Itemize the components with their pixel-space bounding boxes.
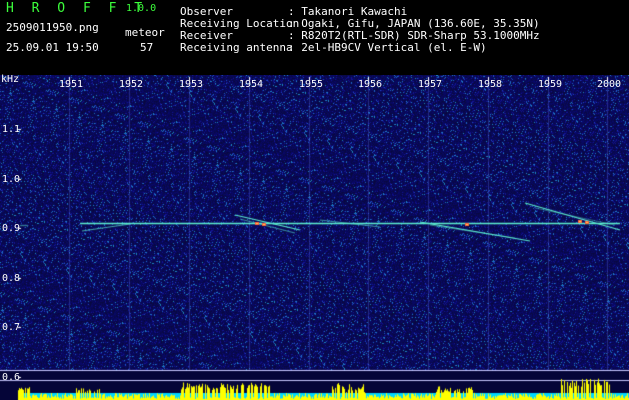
spectrogram-canvas xyxy=(0,75,629,400)
meteor-count: 57 xyxy=(140,41,154,54)
x-tick-label: 2000 xyxy=(597,79,622,90)
app-version: 1.0.0 xyxy=(126,3,157,14)
y-tick-label: 0.8 xyxy=(2,273,21,284)
x-tick-label: 1952 xyxy=(119,79,144,90)
capture-datetime: 25.09.01 19:50 xyxy=(6,41,99,54)
y-tick-label: 0.7 xyxy=(2,322,21,333)
x-tick-label: 1959 xyxy=(538,79,563,90)
y-tick-label: 0.6 xyxy=(2,372,21,383)
x-tick-label: 1951 xyxy=(59,79,84,90)
y-tick-label: 1.1 xyxy=(2,124,21,135)
y-tick-label: 0.9 xyxy=(2,223,21,234)
x-tick-label: 1956 xyxy=(358,79,383,90)
x-tick-label: 1954 xyxy=(239,79,264,90)
antenna-label: Receiving antenna xyxy=(180,41,293,54)
image-filename: 2509011950.png xyxy=(6,21,99,34)
y-axis-unit: kHz xyxy=(1,74,20,85)
mode-label: meteor xyxy=(125,26,165,39)
y-tick-label: 1.0 xyxy=(2,174,21,185)
x-tick-label: 1957 xyxy=(418,79,443,90)
x-tick-label: 1955 xyxy=(299,79,324,90)
antenna-value: : 2el-HB9CV Vertical (el. E-W) xyxy=(288,41,487,54)
x-tick-label: 1958 xyxy=(478,79,503,90)
x-tick-label: 1953 xyxy=(179,79,204,90)
